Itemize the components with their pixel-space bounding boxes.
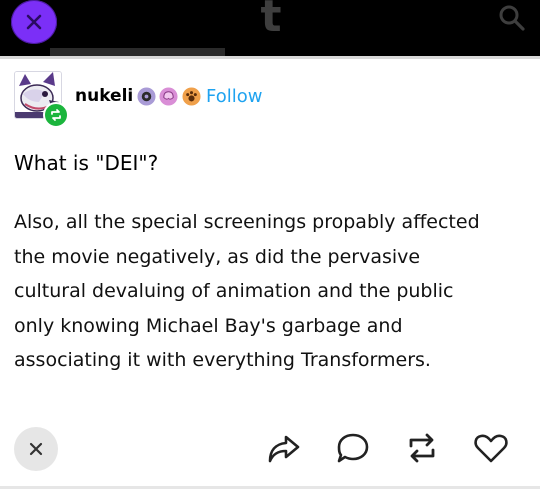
background-strip (50, 48, 225, 56)
search-icon[interactable] (498, 4, 526, 32)
post-body-line: the movie negatively, as did the pervasi… (14, 245, 421, 268)
tumblr-logo[interactable]: t (259, 0, 283, 40)
post-question: What is "DEI"? (14, 151, 159, 175)
like-icon[interactable] (473, 430, 509, 466)
dismiss-button[interactable] (14, 427, 58, 471)
reply-icon[interactable] (335, 430, 371, 466)
post-body-line: Also, all the special screenings propabl… (14, 211, 480, 233)
divider (0, 56, 540, 59)
divider (0, 486, 540, 489)
close-icon (26, 14, 42, 30)
share-icon[interactable] (266, 430, 302, 466)
close-button[interactable] (11, 0, 57, 44)
gear-badge-icon (137, 87, 156, 106)
post-body: Also, all the special screenings propabl… (14, 205, 534, 378)
follow-button[interactable]: Follow (206, 86, 262, 107)
post-body-line: cultural devaluing of animation and the … (14, 280, 454, 302)
reblog-icon (51, 109, 61, 121)
post-body-line: only knowing Michael Bay's garbage and (14, 314, 403, 337)
reblog-icon[interactable] (404, 430, 440, 466)
close-icon (29, 442, 43, 456)
brain-badge-icon (159, 87, 178, 106)
paw-badge-icon (182, 87, 201, 106)
post-body-line: associating it with everything Transform… (14, 349, 431, 371)
reblog-badge (43, 102, 69, 128)
username[interactable]: nukeli (75, 86, 133, 106)
top-bar: t (0, 0, 540, 56)
